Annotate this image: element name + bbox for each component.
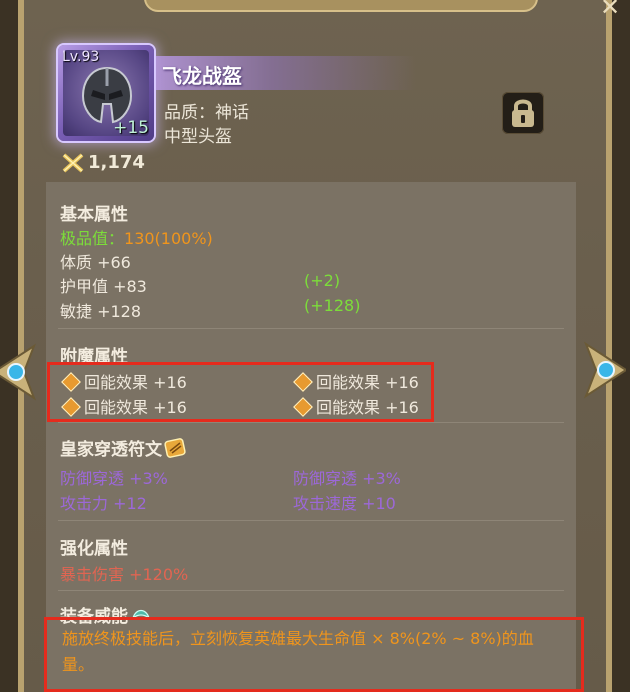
divider — [58, 590, 564, 591]
lock-button[interactable] — [502, 92, 544, 134]
divider — [58, 328, 564, 329]
skill-highlight-box — [44, 617, 584, 692]
divider — [58, 422, 564, 423]
stat-armor-bonus: (+2) — [304, 271, 341, 290]
stat-agility-bonus: (+128) — [304, 296, 361, 315]
extreme-number: 130(100%) — [124, 229, 213, 248]
power-value: 1,174 — [88, 152, 145, 173]
item-enhance-level: +15 — [113, 118, 149, 138]
enhance-stat: 暴击伤害 +120% — [60, 565, 189, 584]
left-ornament-icon — [0, 343, 37, 401]
item-type: 中型头盔 — [164, 127, 232, 147]
item-quality: 品质：神话 — [164, 103, 249, 123]
royal-stat: 攻击速度 +10 — [293, 494, 396, 513]
close-icon[interactable]: ✕ — [596, 0, 624, 19]
stat-armor: 护甲值 +83 — [60, 277, 147, 296]
royal-stat: 攻击力 +12 — [60, 494, 147, 513]
royal-stat: 防御穿透 +3% — [60, 469, 168, 488]
enchant-highlight-box — [47, 362, 434, 422]
item-level: Lv.93 — [62, 49, 100, 65]
lock-icon — [512, 99, 534, 127]
royal-stat: 防御穿透 +3% — [293, 469, 401, 488]
item-icon-frame: Lv.93 +15 — [58, 45, 154, 141]
attributes-panel: 基本属性 极品值：130(100%) 体质 +66 护甲值 +83 (+2) 敏… — [46, 182, 576, 692]
crossed-swords-icon — [62, 153, 84, 172]
stat-agility: 敏捷 +128 — [60, 302, 142, 321]
item-name: 飞龙战盔 — [162, 64, 242, 88]
extreme-label: 极品值： — [60, 229, 125, 248]
helmet-icon — [81, 66, 133, 124]
panel-top-ornament — [144, 0, 538, 12]
rune-icon[interactable] — [164, 437, 186, 459]
base-attributes-title: 基本属性 — [60, 205, 128, 225]
royal-rune-title: 皇家穿透符文 — [60, 435, 186, 460]
extreme-value: 极品值：130(100%) — [60, 225, 213, 249]
divider — [58, 520, 564, 521]
enhance-attributes-title: 强化属性 — [60, 539, 128, 559]
item-name-banner: 飞龙战盔 — [156, 56, 416, 90]
right-ornament-icon — [583, 341, 626, 399]
power-score: 1,174 — [62, 152, 145, 173]
stat-constitution: 体质 +66 — [60, 253, 131, 272]
